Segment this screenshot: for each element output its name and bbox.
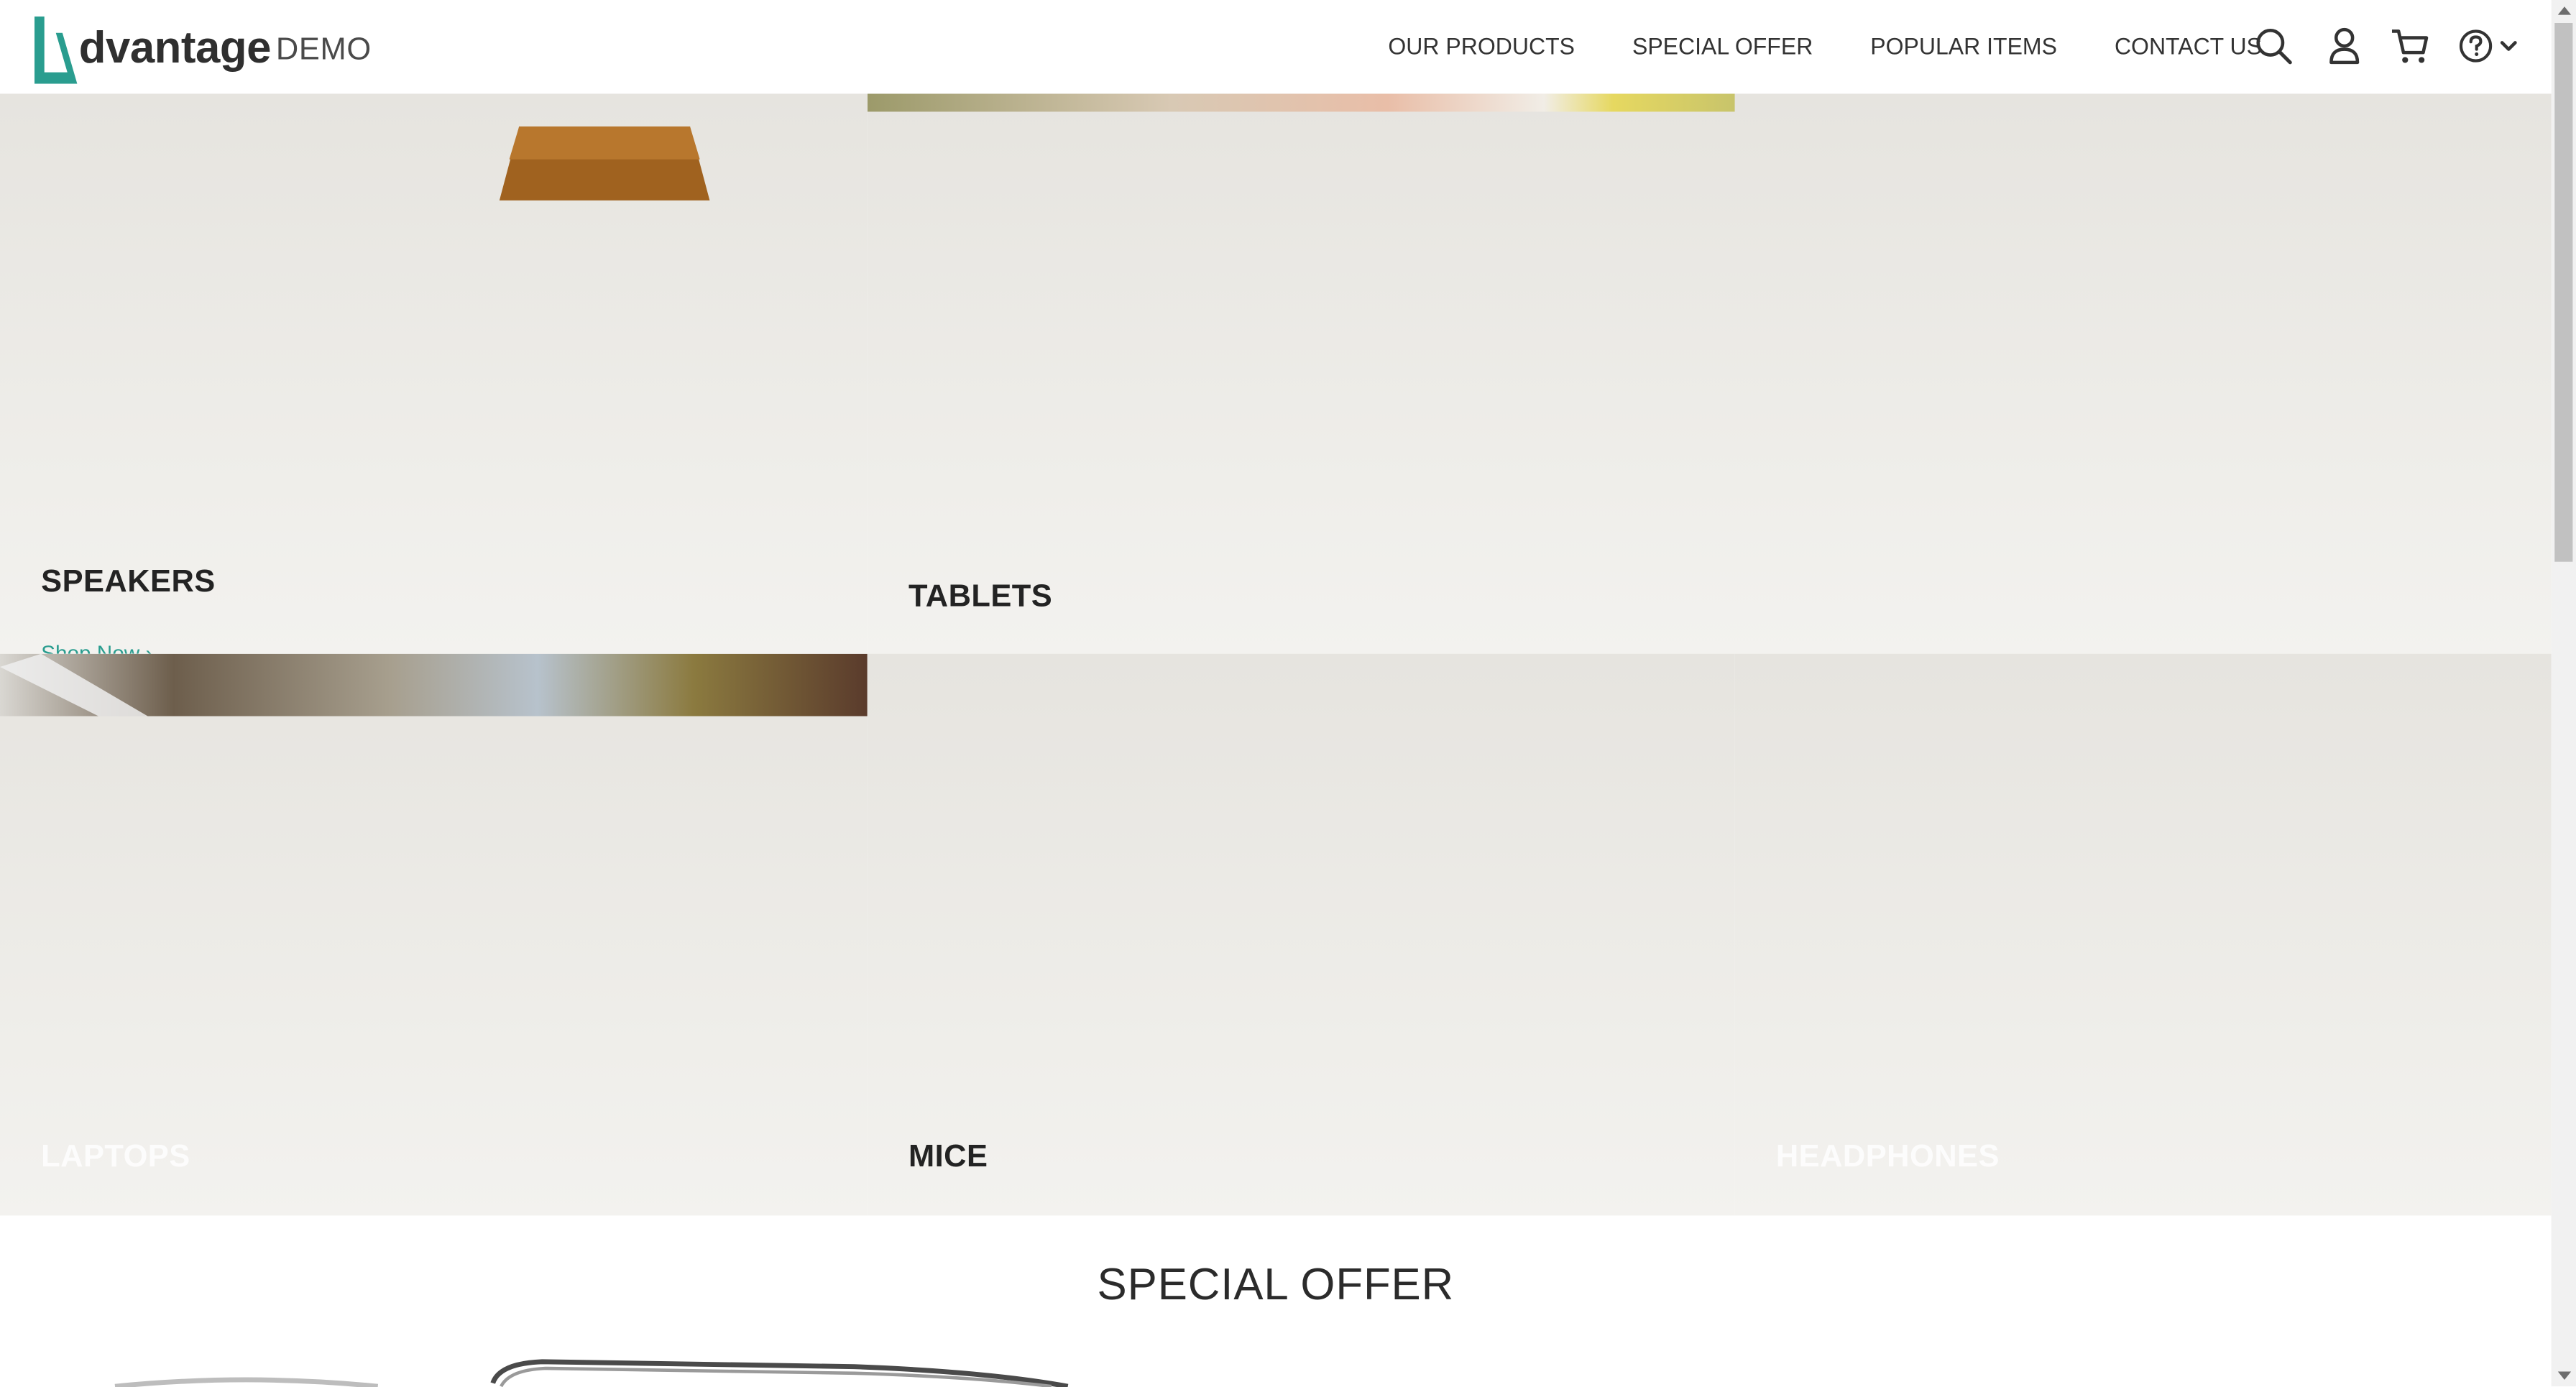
- shop-now-link[interactable]: Shop Now ›: [41, 640, 152, 653]
- logo-wordmark: dvantage: [78, 22, 272, 73]
- category-tablets[interactable]: TABLETS: [867, 93, 2552, 654]
- category-mice[interactable]: MICE: [867, 653, 1735, 1216]
- nav-contact-us[interactable]: CONTACT US: [2115, 33, 2262, 60]
- scrollbar-thumb[interactable]: [2554, 22, 2573, 562]
- chevron-down-icon[interactable]: [2499, 36, 2518, 55]
- logo-a-mark: [34, 16, 78, 84]
- search-icon[interactable]: [2254, 27, 2294, 66]
- tablets-title: TABLETS: [908, 579, 1053, 614]
- header: dvantage DEMO OUR PRODUCTS SPECIAL OFFER…: [0, 0, 2552, 94]
- nav-popular-items[interactable]: POPULAR ITEMS: [1870, 33, 2057, 60]
- mice-title: MICE: [908, 1140, 988, 1175]
- logo-suffix: DEMO: [275, 32, 372, 68]
- cart-icon[interactable]: [2391, 27, 2430, 66]
- shop-now-label: Shop Now: [41, 640, 140, 654]
- category-headphones[interactable]: HEADPHONES: [1734, 653, 2552, 1216]
- logo[interactable]: dvantage DEMO: [31, 11, 371, 84]
- special-offer-heading: SPECIAL OFFER: [1097, 1260, 1455, 1309]
- chevron-right-icon: ›: [145, 640, 153, 654]
- laptop-image-strip: [0, 653, 868, 716]
- nav-special-offer[interactable]: SPECIAL OFFER: [1632, 33, 1813, 60]
- main-nav: OUR PRODUCTS SPECIAL OFFER POPULAR ITEMS…: [1388, 33, 2262, 60]
- laptops-title: LAPTOPS: [41, 1140, 190, 1175]
- scroll-up-arrow[interactable]: [2557, 6, 2572, 15]
- speaker-image: [499, 126, 710, 201]
- special-offer-product-image: [114, 1359, 1069, 1387]
- header-icons: [2254, 27, 2518, 66]
- tablet-image-strip: [867, 93, 1735, 112]
- user-icon[interactable]: [2327, 27, 2363, 66]
- page: SPEAKERS Shop Now › TABLETS LAPTOPS MICE…: [0, 0, 2576, 1387]
- scroll-down-arrow[interactable]: [2557, 1371, 2572, 1380]
- nav-our-products[interactable]: OUR PRODUCTS: [1388, 33, 1575, 60]
- headphones-title: HEADPHONES: [1775, 1140, 2000, 1175]
- help-icon[interactable]: [2457, 28, 2493, 64]
- vertical-scrollbar[interactable]: [2551, 0, 2576, 1387]
- category-speakers[interactable]: SPEAKERS Shop Now ›: [0, 93, 868, 654]
- speakers-title: SPEAKERS: [41, 565, 216, 600]
- category-laptops[interactable]: LAPTOPS: [0, 653, 868, 1216]
